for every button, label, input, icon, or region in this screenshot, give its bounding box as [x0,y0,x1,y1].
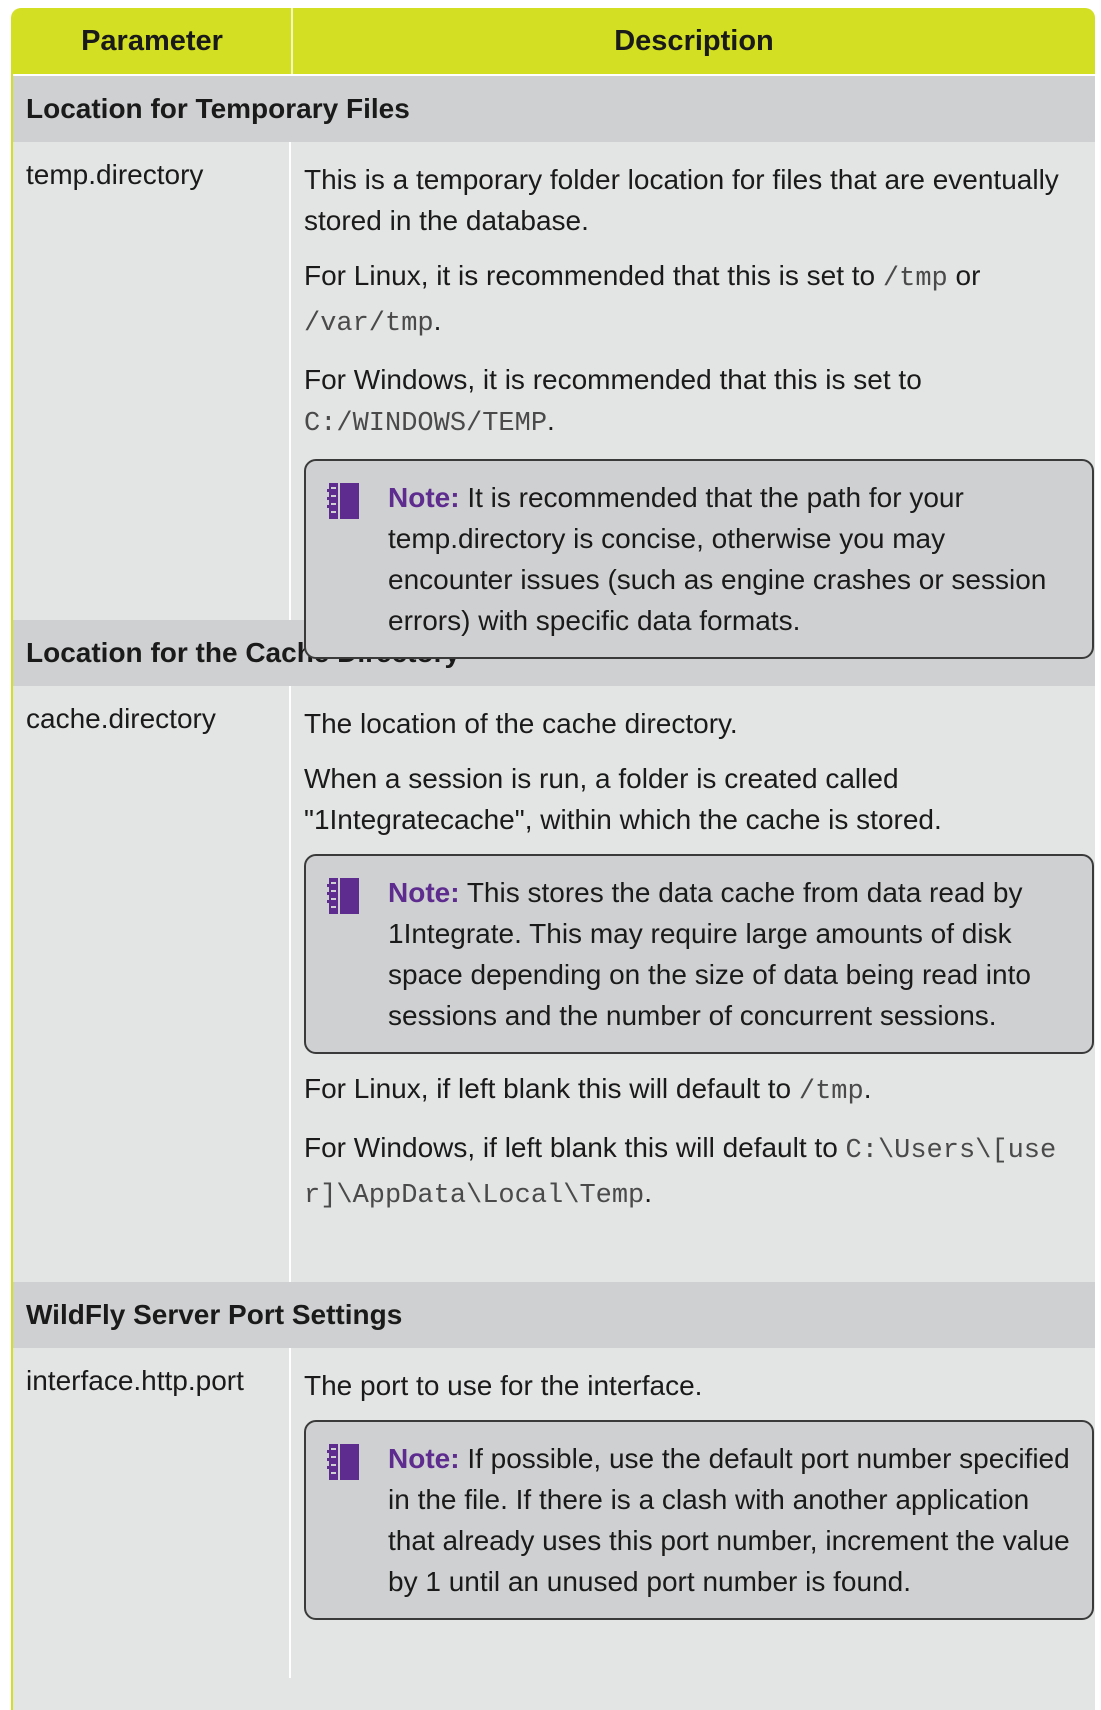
note-box: Note: If possible, use the default port … [304,1420,1094,1620]
param-name: cache.directory [13,686,291,1282]
note-label: Note: [388,877,460,908]
code-text: C:/WINDOWS/TEMP [304,409,548,439]
description-text: The location of the cache directory. [304,708,738,739]
table-row: temp.directory This is a temporary folde… [13,142,1095,659]
code-text: /tmp [798,1077,864,1107]
note-label: Note: [388,482,460,513]
param-name: temp.directory [13,142,291,620]
text-fragment: or [947,260,981,291]
param-description: The location of the cache directory. Whe… [291,686,1095,1282]
note-text: If possible, use the default port number… [388,1443,1070,1597]
header-description: Description [614,24,774,57]
text-fragment: . [863,1073,872,1104]
table-row: cache.directory The location of the cach… [13,686,1095,1282]
notebook-icon [327,1444,359,1480]
parameters-table: Parameter Description Location for Tempo… [11,8,1095,1710]
note-box: Note: This stores the data cache from da… [304,854,1094,1054]
text-fragment: . [644,1177,653,1208]
note-text: It is recommended that the path for your… [388,482,1047,636]
text-fragment: For Linux, if left blank this will defau… [304,1073,799,1104]
text-fragment: . [547,405,555,436]
description-text: For Linux, it is recommended that this i… [304,255,1095,345]
code-text: /tmp [882,264,948,294]
section-title: WildFly Server Port Settings [13,1282,1095,1348]
note-text: This stores the data cache from data rea… [388,877,1031,1031]
code-text: /var/tmp [304,309,434,339]
section-title: Location for Temporary Files [13,76,1095,142]
header-parameter: Parameter [13,8,293,74]
text-fragment: . [433,305,442,336]
note-label: Note: [388,1443,460,1474]
description-text: When a session is run, a folder is creat… [304,763,942,835]
table-header: Parameter Description [13,8,1095,76]
description-text: For Linux, if left blank this will defau… [304,1068,1095,1113]
description-text: For Windows, if left blank this will def… [304,1127,1095,1217]
text-fragment: For Windows, if left blank this will def… [304,1132,846,1163]
description-text: This is a temporary folder location for … [304,164,1059,236]
text-fragment: For Linux, it is recommended that this i… [304,260,883,291]
text-fragment: For Windows, it is recommended that this… [304,364,922,395]
param-name: interface.http.port [13,1348,291,1678]
notebook-icon [327,878,359,914]
notebook-icon [327,483,359,519]
description-text: The port to use for the interface. [304,1370,703,1401]
param-description: The port to use for the interface. Note:… [291,1348,1095,1678]
table-row: interface.http.port The port to use for … [13,1348,1095,1678]
description-text: For Windows, it is recommended that this… [304,359,1095,445]
param-description: This is a temporary folder location for … [291,142,1095,659]
note-box: Note: It is recommended that the path fo… [304,459,1094,659]
